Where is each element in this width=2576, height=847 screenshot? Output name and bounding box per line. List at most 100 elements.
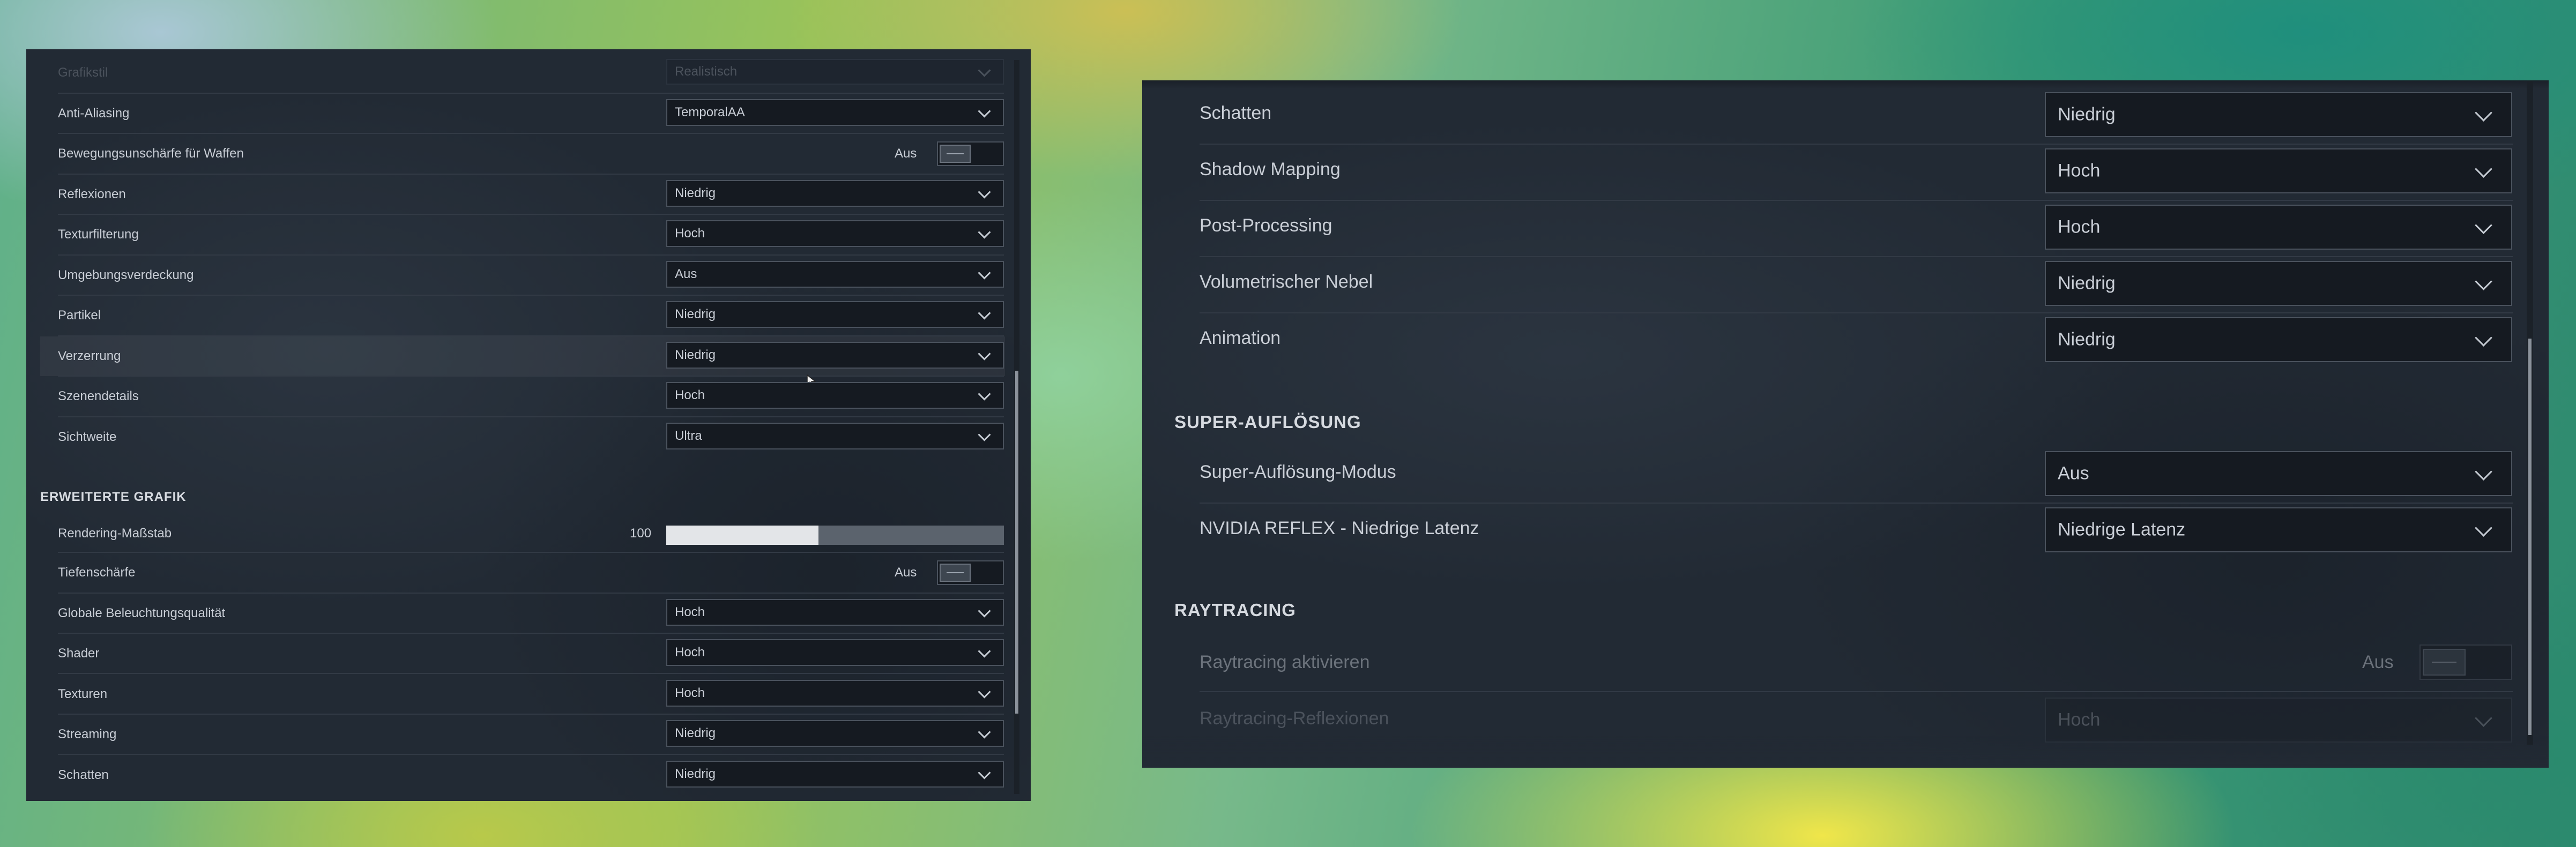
chevron-down-icon [2475,104,2492,122]
dropdown-grafikstil[interactable]: Realistisch [666,59,1004,85]
scrollbar-thumb[interactable] [1015,371,1018,714]
chevron-down-icon [2475,160,2492,178]
row-divider [58,376,1004,377]
dropdown-umgebungsverdeckung[interactable]: Aus [666,261,1004,288]
chevron-down-icon [978,266,991,280]
row-divider [58,133,1004,134]
label-texturen: Texturen [58,687,108,701]
row-divider [58,174,1004,175]
dropdown-value: TemporalAA [675,105,745,119]
dropdown-szenendetails[interactable]: Hoch [666,382,1004,409]
dropdown-value: Niedrig [675,186,716,200]
label-super-aufloesung-modus: Super-Auflösung-Modus [1200,462,1396,482]
dropdown-value: Realistisch [675,64,738,79]
dropdown-value: Hoch [2058,709,2101,730]
dropdown-nvidia-reflex[interactable]: Niedrige Latenz [2045,507,2512,552]
label-schatten: Schatten [58,768,109,782]
chevron-down-icon [978,644,991,658]
label-partikel: Partikel [58,308,101,323]
toggle-raytracing[interactable] [2419,644,2512,680]
dropdown-verzerrung[interactable]: Niedrig [666,342,1004,369]
toggle-knob [940,564,971,582]
chevron-down-icon [978,64,991,77]
dropdown-value: Hoch [2058,160,2101,181]
dropdown-value: Niedrig [2058,104,2116,125]
dropdown-super-aufloesung-modus[interactable]: Aus [2045,451,2512,496]
row-divider [1200,503,2513,504]
scrollbar-track[interactable] [2527,80,2533,745]
label-raytracing-aktivieren: Raytracing aktivieren [1200,652,1370,672]
slider-fill [666,526,818,545]
dropdown-animation[interactable]: Niedrig [2045,317,2512,362]
dropdown-texturfilterung[interactable]: Hoch [666,220,1004,247]
label-verzerrung: Verzerrung [58,349,121,363]
dropdown-value: Hoch [675,686,705,700]
dropdown-post-processing[interactable]: Hoch [2045,205,2512,250]
label-tiefenschaerfe: Tiefenschärfe [58,565,136,580]
dropdown-value: Niedrig [675,726,716,740]
toggle-state-label: Aus [895,565,917,580]
scrollbar-thumb[interactable] [2528,339,2532,735]
chevron-down-icon [978,604,991,618]
rendering-scale-slider[interactable] [666,526,1004,545]
toggle-waffen-unschaerfe[interactable] [937,141,1004,166]
chevron-down-icon [978,725,991,739]
scrollbar-track[interactable] [1014,60,1019,794]
toggle-knob [2423,649,2466,676]
dropdown-shadow-mapping[interactable]: Hoch [2045,148,2512,193]
label-schatten: Schatten [1200,103,1272,123]
row-divider [58,552,1004,553]
dropdown-value: Niedrig [2058,273,2116,294]
label-rendering-massstab: Rendering-Maßstab [58,526,172,541]
label-reflexionen: Reflexionen [58,187,126,201]
dropdown-texturen[interactable]: Hoch [666,680,1004,707]
toggle-state-label: Aus [895,146,917,161]
section-title-raytracing: RAYTRACING [1174,600,1296,620]
dropdown-streaming[interactable]: Niedrig [666,720,1004,747]
dropdown-value: Niedrig [2058,329,2116,350]
row-divider [1200,200,2513,201]
chevron-down-icon [978,766,991,779]
toggle-state-label: Aus [2362,652,2394,672]
dropdown-value: Hoch [675,388,705,402]
row-divider [58,673,1004,674]
dropdown-schatten[interactable]: Niedrig [666,761,1004,788]
dropdown-sichtweite[interactable]: Ultra [666,423,1004,449]
panel-top-fade [1142,80,2549,89]
chevron-down-icon [978,226,991,239]
label-globale-beleuchtung: Globale Beleuchtungsqualität [58,606,226,620]
dropdown-anti-aliasing[interactable]: TemporalAA [666,99,1004,126]
row-divider [58,214,1004,215]
row-divider [58,633,1004,634]
chevron-down-icon [2475,463,2492,481]
dropdown-reflexionen[interactable]: Niedrig [666,180,1004,207]
chevron-down-icon [2475,329,2492,347]
panel-bottom-fade [1142,736,2549,768]
dropdown-value: Niedrig [675,767,716,781]
row-label: Grafikstil [58,65,108,80]
label-animation: Animation [1200,328,1281,348]
dropdown-shader[interactable]: Hoch [666,639,1004,666]
label-waffen-unschaerfe: Bewegungsunschärfe für Waffen [58,146,244,161]
label-umgebungsverdeckung: Umgebungsverdeckung [58,268,194,282]
toggle-tiefenschaerfe[interactable] [937,560,1004,585]
label-texturfilterung: Texturfilterung [58,227,139,242]
dropdown-value: Hoch [675,645,705,659]
dropdown-volumetrischer-nebel[interactable]: Niedrig [2045,261,2512,306]
label-anti-aliasing: Anti-Aliasing [58,106,130,121]
dropdown-schatten[interactable]: Niedrig [2045,92,2512,137]
label-post-processing: Post-Processing [1200,215,1332,236]
dropdown-value: Hoch [675,226,705,241]
dropdown-partikel[interactable]: Niedrig [666,301,1004,328]
dropdown-value: Niedrig [675,307,716,321]
dropdown-value: Aus [2058,463,2089,484]
row-divider [1200,312,2513,313]
chevron-down-icon [978,685,991,699]
chevron-down-icon [978,428,991,441]
label-raytracing-reflexionen: Raytracing-Reflexionen [1200,708,1389,729]
chevron-down-icon [978,104,991,118]
dropdown-value: Hoch [675,605,705,619]
slider-value: 100 [630,526,652,541]
dropdown-globale-beleuchtung[interactable]: Hoch [666,599,1004,626]
label-nvidia-reflex: NVIDIA REFLEX - Niedrige Latenz [1200,518,1479,538]
